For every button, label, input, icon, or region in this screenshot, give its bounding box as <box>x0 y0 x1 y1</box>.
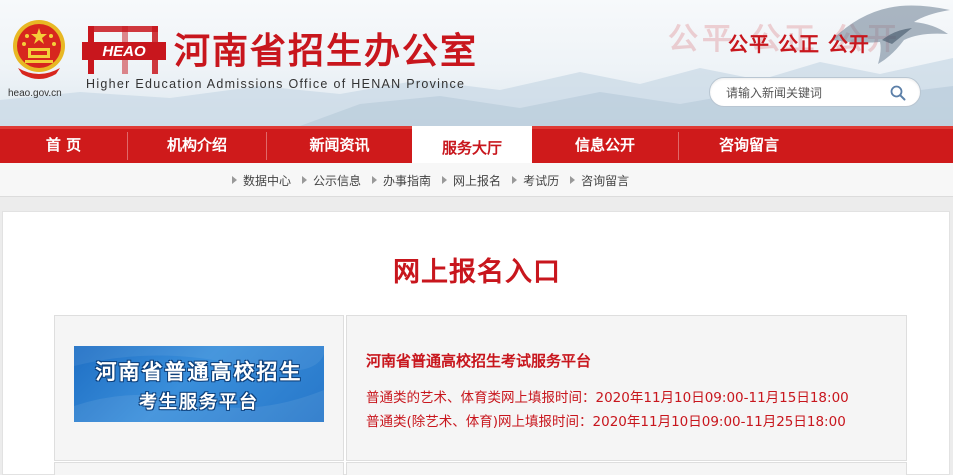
nav-item-consult[interactable]: 咨询留言 <box>679 129 819 163</box>
arrow-right-icon <box>442 176 448 184</box>
arrow-right-icon <box>512 176 518 184</box>
page-title: 网上报名入口 <box>393 257 561 288</box>
subnav-item-label: 网上报名 <box>453 173 502 188</box>
nav-item-info-disclosure[interactable]: 信息公开 <box>532 129 678 163</box>
arrow-right-icon <box>302 176 308 184</box>
main-nav: 首 页 机构介绍 新闻资讯 服务大厅 信息公开 咨询留言 <box>0 126 953 163</box>
subnav-item-label: 咨询留言 <box>581 173 630 188</box>
main-content: 网上报名入口 河南省普通高校招生 考生服务平台 河南省普通高校招生考试服务平台 … <box>2 211 950 475</box>
subnav-item-online-registration[interactable]: 网上报名 <box>442 172 501 189</box>
nav-item-service-hall[interactable]: 服务大厅 <box>412 126 532 163</box>
arrow-right-icon <box>372 176 378 184</box>
slogan: 公平 公正 公开 <box>728 32 870 56</box>
search-input[interactable] <box>726 83 886 103</box>
subnav-item-public-notice[interactable]: 公示信息 <box>302 172 361 189</box>
platform-banner[interactable]: 河南省普通高校招生 考生服务平台 <box>74 346 324 422</box>
arrow-right-icon <box>232 176 237 184</box>
subnav-item-label: 公示信息 <box>313 173 362 188</box>
subnav-item-guide[interactable]: 办事指南 <box>372 172 431 189</box>
heao-logo-icon: HEAO <box>82 26 166 74</box>
next-card-right <box>346 462 907 475</box>
subnav-item-label: 考试历 <box>523 173 560 188</box>
search-box <box>709 77 921 107</box>
platform-info-card: 河南省普通高校招生考试服务平台 普通类的艺术、体育类网上填报时间：2020年11… <box>346 315 907 461</box>
site-title: 河南省招生办公室 <box>174 31 479 72</box>
arrow-right-icon <box>570 176 576 184</box>
subnav-item-label: 数据中心 <box>243 173 292 188</box>
banner-title: 河南省普通高校招生 <box>95 360 303 384</box>
subnav-item-consult[interactable]: 咨询留言 <box>570 172 629 189</box>
site-subtitle: Higher Education Admissions Office of HE… <box>86 77 466 91</box>
nav-item-news[interactable]: 新闻资讯 <box>267 129 412 163</box>
heao-logo-text: HEAO <box>102 43 146 60</box>
subnav-item-data-center[interactable]: 数据中心 <box>232 172 291 189</box>
subnav-item-label: 办事指南 <box>383 173 432 188</box>
platform-banner-card: 河南省普通高校招生 考生服务平台 <box>54 315 344 461</box>
platform-title-link[interactable]: 河南省普通高校招生考试服务平台 <box>366 350 591 371</box>
registration-time-art-sports: 普通类的艺术、体育类网上填报时间：2020年11月10日09:00-11月15日… <box>366 390 849 406</box>
sub-nav: 数据中心 公示信息 办事指南 网上报名 考试历 咨询留言 <box>0 163 953 197</box>
search-icon[interactable] <box>890 85 906 101</box>
subnav-item-exam-calendar[interactable]: 考试历 <box>512 172 559 189</box>
registration-time-general: 普通类(除艺术、体育)网上填报时间：2020年11月10日09:00-11月25… <box>366 414 846 430</box>
site-header: heao.gov.cn HEAO 河南省招生办公室 Higher Educati… <box>0 0 953 126</box>
national-emblem-icon <box>13 20 65 79</box>
next-card-left <box>54 462 344 475</box>
nav-item-home[interactable]: 首 页 <box>0 129 127 163</box>
site-domain[interactable]: heao.gov.cn <box>8 88 62 99</box>
nav-item-about[interactable]: 机构介绍 <box>128 129 266 163</box>
banner-subtitle: 考生服务平台 <box>139 392 259 413</box>
